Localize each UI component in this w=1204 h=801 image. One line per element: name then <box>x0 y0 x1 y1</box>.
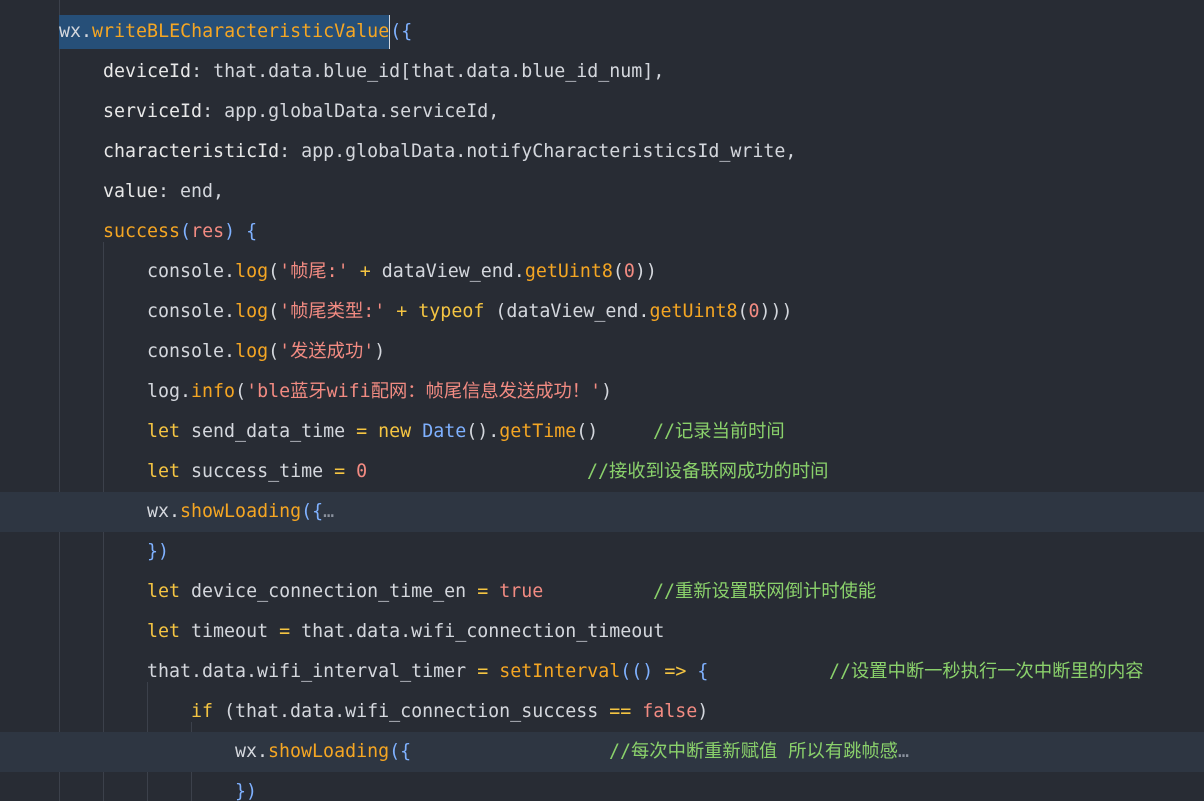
code-line[interactable]: if (that.data.wifi_connection_success ==… <box>0 692 1204 732</box>
code-line[interactable]: value: end, <box>0 172 1204 212</box>
code-line-current[interactable]: wx.showLoading({ //每次中断重新赋值 所以有跳帧感… <box>0 732 1204 772</box>
code-line[interactable]: let device_connection_time_en = true //重… <box>0 572 1204 612</box>
code-line[interactable]: }) <box>0 772 1204 801</box>
code-line[interactable]: that.data.wifi_interval_timer = setInter… <box>0 652 1204 692</box>
code-line[interactable]: log.info('ble蓝牙wifi配网：帧尾信息发送成功！') <box>0 372 1204 412</box>
code-comment: //重新设置联网倒计时使能 <box>653 581 877 602</box>
fold-ellipsis-icon[interactable]: … <box>898 741 909 762</box>
code-line[interactable]: characteristicId: app.globalData.notifyC… <box>0 132 1204 172</box>
code-editor[interactable]: wx.writeBLECharacteristicValue({ deviceI… <box>0 0 1204 801</box>
code-line[interactable]: console.log('帧尾:' + dataView_end.getUint… <box>0 252 1204 292</box>
code-comment: //每次中断重新赋值 所以有跳帧感… <box>609 741 909 762</box>
code-comment: //设置中断一秒执行一次中断里的内容 <box>829 661 1144 682</box>
code-comment: //接收到设备联网成功的时间 <box>587 461 829 482</box>
code-line[interactable]: let send_data_time = new Date().getTime(… <box>0 412 1204 452</box>
code-line[interactable]: let success_time = 0 //接收到设备联网成功的时间 <box>0 452 1204 492</box>
code-line[interactable]: wx.writeBLECharacteristicValue({ <box>0 12 1204 52</box>
code-line[interactable]: console.log('帧尾类型:' + typeof (dataView_e… <box>0 292 1204 332</box>
code-line[interactable]: serviceId: app.globalData.serviceId, <box>0 92 1204 132</box>
code-comment: //记录当前时间 <box>653 421 785 442</box>
code-line[interactable]: let timeout = that.data.wifi_connection_… <box>0 612 1204 652</box>
fold-ellipsis-icon[interactable]: … <box>323 501 334 522</box>
code-line[interactable]: console.log('发送成功') <box>0 332 1204 372</box>
code-line-current[interactable]: wx.showLoading({… <box>0 492 1204 532</box>
code-line[interactable]: deviceId: that.data.blue_id[that.data.bl… <box>0 52 1204 92</box>
code-line[interactable]: success(res) { <box>0 212 1204 252</box>
code-line[interactable]: }) <box>0 532 1204 572</box>
selected-text[interactable]: wx.writeBLECharacteristicValue <box>59 15 391 49</box>
